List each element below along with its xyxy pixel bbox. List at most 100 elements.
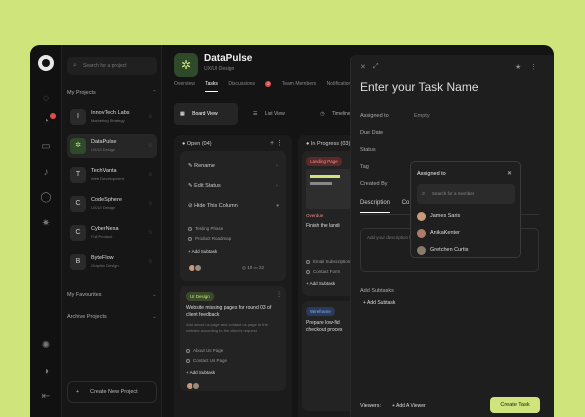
star-icon[interactable]: ☆ — [148, 113, 153, 120]
expand-icon[interactable]: ⤢ — [373, 63, 379, 71]
tab-badge: 2 — [265, 81, 272, 87]
member-search-input[interactable]: ⌕ Search for a member — [417, 184, 515, 204]
card-title: Prepare low-fid checkout proces — [306, 320, 343, 333]
member-option[interactable]: Gretchen Curtis — [417, 246, 469, 255]
panel-tabs: Description Co — [360, 200, 410, 213]
member-name: James Saris — [430, 213, 461, 219]
add-subtask-button[interactable]: + Add Subtask — [306, 281, 335, 286]
project-item-active[interactable]: ✲ DataPulse UX/UI Design ☆ — [67, 134, 157, 158]
tab-discussions[interactable]: Discussions 2 — [228, 81, 272, 87]
more-icon[interactable]: ⋮ — [530, 63, 537, 71]
my-projects-header[interactable]: My Projects ⌃ — [67, 90, 157, 96]
create-project-button[interactable]: + Create New Project — [67, 381, 157, 403]
member-option[interactable]: James Saris — [417, 212, 460, 221]
member-name: Gretchen Curtis — [430, 247, 469, 253]
close-icon[interactable]: ✕ — [360, 63, 366, 71]
board-view-button[interactable]: ▦ Board View — [174, 103, 238, 125]
project-item[interactable]: C CodeSphere UX/UI Design ☆ — [67, 192, 157, 216]
card-title: Finish the landi — [306, 223, 340, 229]
add-subtask-button[interactable]: + Add Subtask — [363, 300, 395, 306]
check-icon — [186, 358, 190, 363]
field-assigned-value[interactable]: Empty — [414, 113, 430, 119]
refresh-icon[interactable]: ◌ — [39, 92, 53, 106]
tab-overview[interactable]: Overview — [174, 81, 195, 87]
page-title: DataPulse — [204, 53, 253, 64]
inbox-icon[interactable]: ▭ — [39, 140, 53, 154]
star-icon[interactable]: ☆ — [148, 258, 153, 265]
project-name: CodeSphere — [91, 197, 122, 203]
menu-hide-column[interactable]: ⊘ Hide This Column ● — [188, 203, 279, 209]
subtask-item[interactable]: Email Subscription — [306, 259, 350, 264]
subtask-item[interactable]: Contact Form — [306, 269, 340, 274]
tab-team-members[interactable]: Team Members — [282, 81, 316, 87]
create-task-button[interactable]: Create Task — [490, 397, 540, 413]
project-item[interactable]: C CyberNexa Full Product ☆ — [67, 221, 157, 245]
menu-label: Edit Status — [194, 183, 221, 189]
tab-tasks[interactable]: Tasks — [205, 81, 218, 92]
list-view-button[interactable]: ☰ List View — [247, 103, 305, 125]
check-icon — [186, 348, 190, 353]
star-icon[interactable]: ☆ — [148, 171, 153, 178]
add-viewer-button[interactable]: + Add A Viewer — [392, 403, 426, 409]
task-name-input[interactable]: Enter your Task Name — [360, 80, 479, 94]
add-subtask-label: Add Subtask — [191, 249, 218, 254]
avatar — [417, 246, 426, 255]
tab-comments[interactable]: Co — [402, 200, 410, 206]
chevron-right-icon: › — [276, 183, 278, 189]
subtask-item[interactable]: Testing Phase — [188, 226, 223, 231]
archive-label: Archive Projects — [67, 314, 107, 320]
menu-edit-status[interactable]: ✎ Edit Status › — [188, 183, 278, 189]
app-window: ◌ ◔ ▭ ♪ ◯ ✷ ✺ ◑ ⇤ ⌕ Search for a project… — [30, 45, 554, 417]
member-option[interactable]: AnikaKenter — [417, 229, 460, 238]
tag-badge: UI Design — [186, 292, 214, 301]
project-item[interactable]: B ByteFlow Graphic Design ☆ — [67, 250, 157, 274]
more-icon[interactable]: ⋮ — [276, 291, 282, 298]
settings-icon[interactable]: ✷ — [39, 217, 53, 231]
toggle-switch[interactable]: ● — [276, 203, 279, 209]
project-search-input[interactable]: ⌕ Search for a project — [67, 57, 157, 75]
add-card-icon[interactable]: + ⋮ — [270, 139, 283, 147]
project-item[interactable]: T TechVanta Web Development ☆ — [67, 163, 157, 187]
field-due-date-label: Due Date — [360, 130, 384, 136]
page-subtitle: UX/UI Design — [204, 66, 235, 72]
task-card[interactable]: UI Design ⋮ Website missing pages for ro… — [180, 286, 286, 391]
subtask-item[interactable]: Contact Us Page — [186, 358, 227, 363]
project-avatar: ✲ — [70, 138, 86, 154]
assignee-avatars — [186, 382, 202, 390]
star-icon[interactable]: ☆ — [148, 229, 153, 236]
check-icon — [306, 259, 310, 264]
app-logo[interactable] — [38, 55, 54, 71]
close-icon[interactable]: ✕ — [507, 170, 512, 177]
notification-dot — [50, 113, 56, 119]
star-icon[interactable]: ☆ — [148, 142, 153, 149]
add-subtask-button[interactable]: + Add Subtask — [186, 370, 215, 375]
toggle-icon[interactable]: ◑ — [39, 365, 53, 379]
tab-description[interactable]: Description — [360, 200, 391, 213]
project-avatar: C — [70, 196, 86, 212]
subtask-item[interactable]: About Us Page — [186, 348, 223, 353]
archive-header[interactable]: Archive Projects ⌄ — [67, 314, 157, 320]
add-subtask-label: Add Subtask — [189, 370, 216, 375]
bell-icon[interactable]: ♪ — [39, 166, 53, 180]
chat-icon[interactable]: ◯ — [39, 191, 53, 205]
subtask-label: Product Roadmap — [195, 236, 232, 241]
star-icon[interactable]: ☆ — [148, 200, 153, 207]
column-title: ● In Progress (03) — [306, 141, 351, 147]
field-status-label: Status — [360, 147, 376, 153]
project-item[interactable]: I InnovTech Labs Marketing Strategy ☆ — [67, 105, 157, 129]
star-icon[interactable]: ★ — [515, 63, 521, 71]
field-assigned-label: Assigned to — [360, 113, 389, 119]
project-name: TechVanta — [91, 168, 117, 174]
add-subtask-button[interactable]: + Add Subtask — [188, 249, 217, 254]
task-card[interactable]: Wireframe Prepare low-fid checkout proce… — [302, 301, 354, 411]
project-logo: ✲ — [174, 53, 198, 77]
sun-icon[interactable]: ✺ — [39, 339, 53, 353]
project-name: DataPulse — [91, 139, 117, 145]
subtask-item[interactable]: Product Roadmap — [188, 236, 231, 241]
favourites-header[interactable]: My Favourites ⌄ — [67, 292, 157, 298]
task-card[interactable]: Landing Page Overdue Finish the landi Em… — [302, 151, 354, 296]
logout-icon[interactable]: ⇤ — [39, 390, 53, 404]
column-title: ● Open (04) — [182, 141, 212, 147]
menu-rename[interactable]: ✎ Rename › — [188, 163, 278, 169]
project-name: CyberNexa — [91, 226, 119, 232]
